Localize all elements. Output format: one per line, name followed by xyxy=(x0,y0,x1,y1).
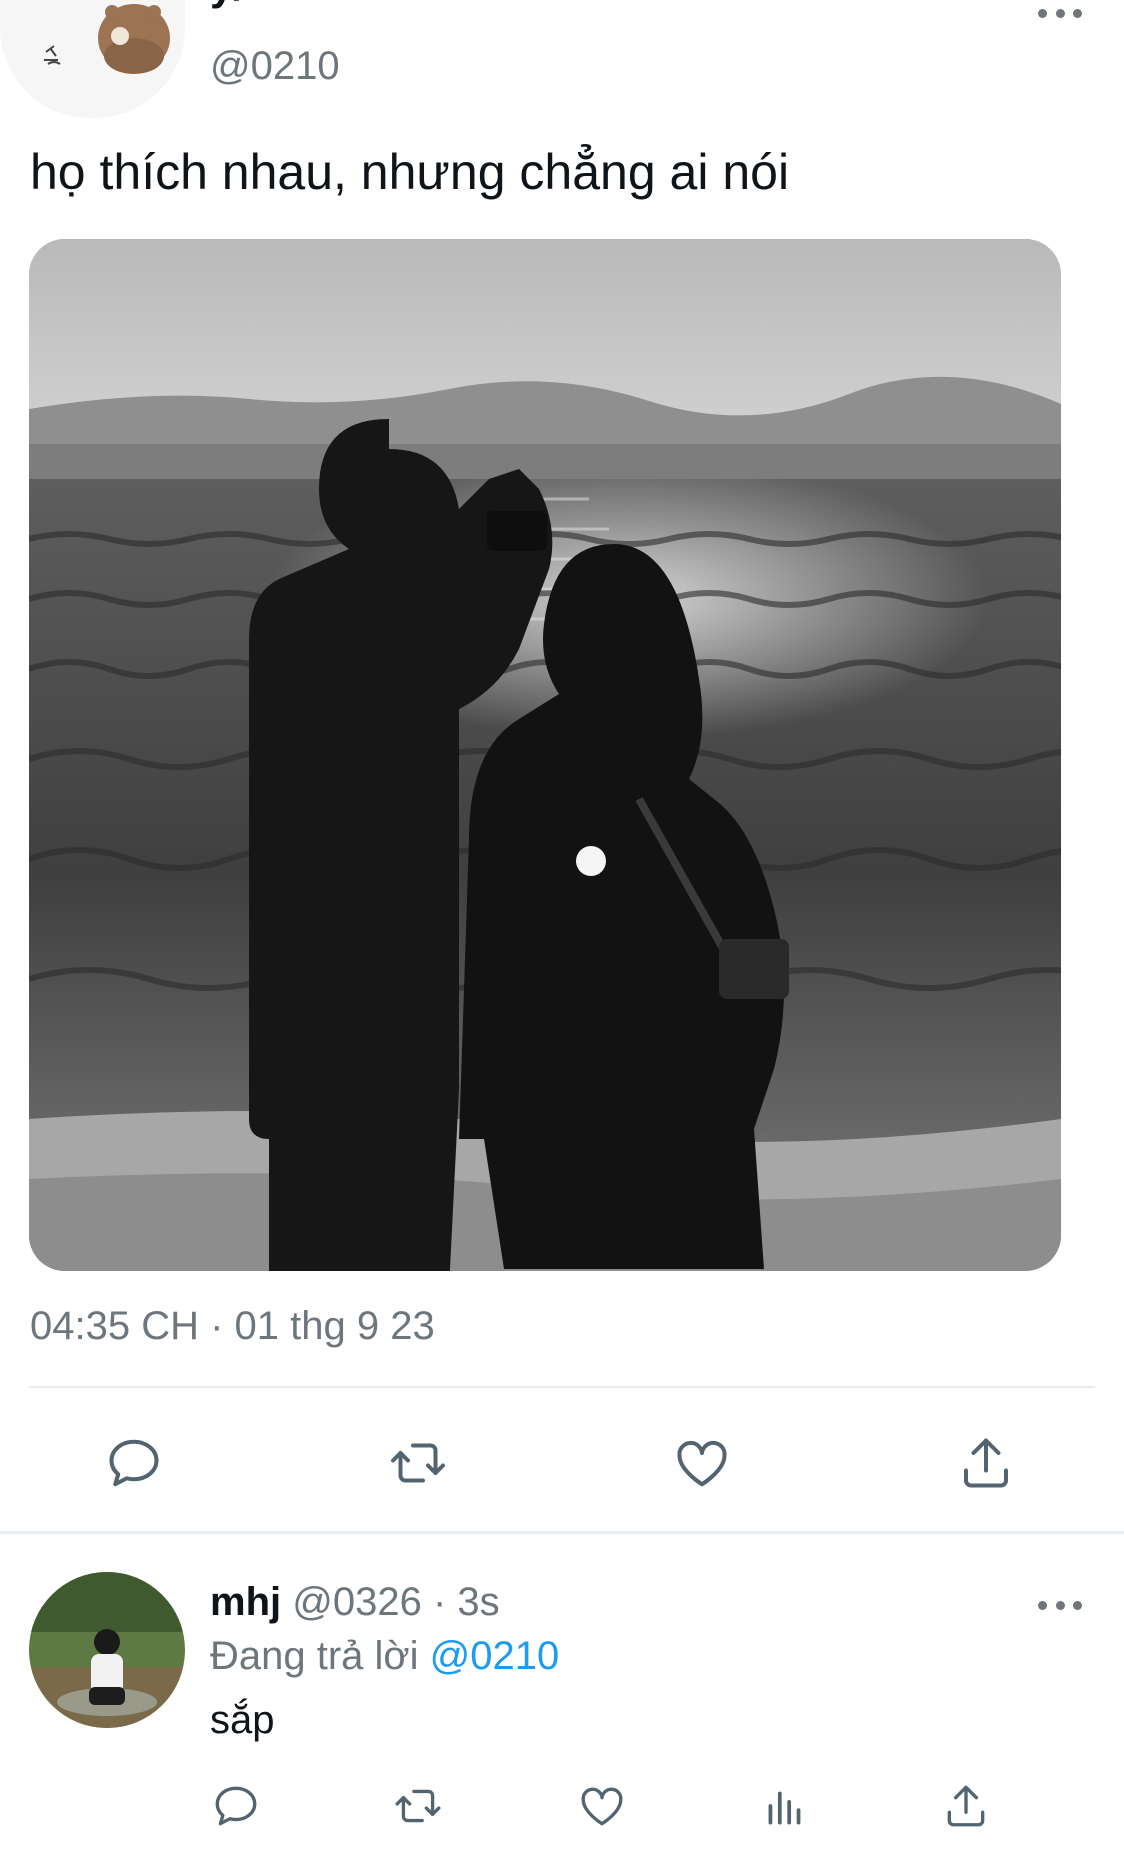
share-icon xyxy=(947,1785,985,1827)
more-options-button[interactable] xyxy=(1038,0,1082,28)
heart-icon xyxy=(677,1440,727,1487)
replying-to-line: Đang trả lời @0210 xyxy=(210,1632,559,1680)
author-name[interactable]: y/n xyxy=(210,0,271,12)
reply-author-avatar[interactable] xyxy=(29,1572,185,1728)
share-button[interactable] xyxy=(951,1428,1021,1498)
tweet-photo[interactable] xyxy=(29,239,1061,1271)
more-dot-icon xyxy=(1073,8,1082,18)
reply-text: sắp xyxy=(210,1698,275,1742)
divider xyxy=(0,1531,1124,1534)
reply-header: mhj @0326 · 3s xyxy=(210,1578,500,1626)
author-avatar[interactable] xyxy=(0,0,185,118)
retweet-icon xyxy=(395,1789,441,1823)
more-dot-icon xyxy=(1038,1600,1047,1610)
reply-author-name[interactable]: mhj xyxy=(210,1580,281,1624)
reply-separator: · xyxy=(421,1580,458,1624)
reply-retweet-button[interactable] xyxy=(388,1776,448,1836)
share-icon xyxy=(964,1438,1008,1488)
replying-to-label: Đang trả lời xyxy=(210,1634,419,1678)
reply-reply-button[interactable] xyxy=(206,1776,266,1836)
retweet-icon xyxy=(391,1443,445,1483)
like-button[interactable] xyxy=(667,1428,737,1498)
tweet-timestamp[interactable]: 04:35 CH · 01 thg 9 23 xyxy=(30,1302,435,1350)
reply-button[interactable] xyxy=(99,1428,169,1498)
reply-share-button[interactable] xyxy=(936,1776,996,1836)
person-photo-avatar xyxy=(29,1572,185,1728)
tweet-text: họ thích nhau, nhưng chẳng ai nói xyxy=(30,144,790,200)
more-dot-icon xyxy=(1055,1600,1065,1610)
replying-to-mention[interactable]: @0210 xyxy=(430,1634,560,1678)
couple-at-sea-image xyxy=(29,239,1061,1271)
reply-more-options-button[interactable] xyxy=(1038,1590,1082,1620)
reply-icon xyxy=(109,1439,159,1487)
bear-avatar-icon xyxy=(44,4,170,74)
author-handle[interactable]: @0210 xyxy=(210,42,340,90)
reply-author-handle[interactable]: @0326 xyxy=(292,1580,422,1624)
reply-icon xyxy=(215,1786,257,1826)
analytics-icon xyxy=(768,1791,801,1825)
reply-time[interactable]: 3s xyxy=(457,1580,499,1624)
divider xyxy=(29,1386,1095,1388)
more-dot-icon xyxy=(1073,1600,1082,1610)
reply-like-button[interactable] xyxy=(572,1776,632,1836)
more-dot-icon xyxy=(1038,8,1047,18)
more-dot-icon xyxy=(1055,8,1065,18)
heart-icon xyxy=(581,1787,623,1826)
retweet-button[interactable] xyxy=(383,1428,453,1498)
reply-analytics-button[interactable] xyxy=(755,1776,815,1836)
